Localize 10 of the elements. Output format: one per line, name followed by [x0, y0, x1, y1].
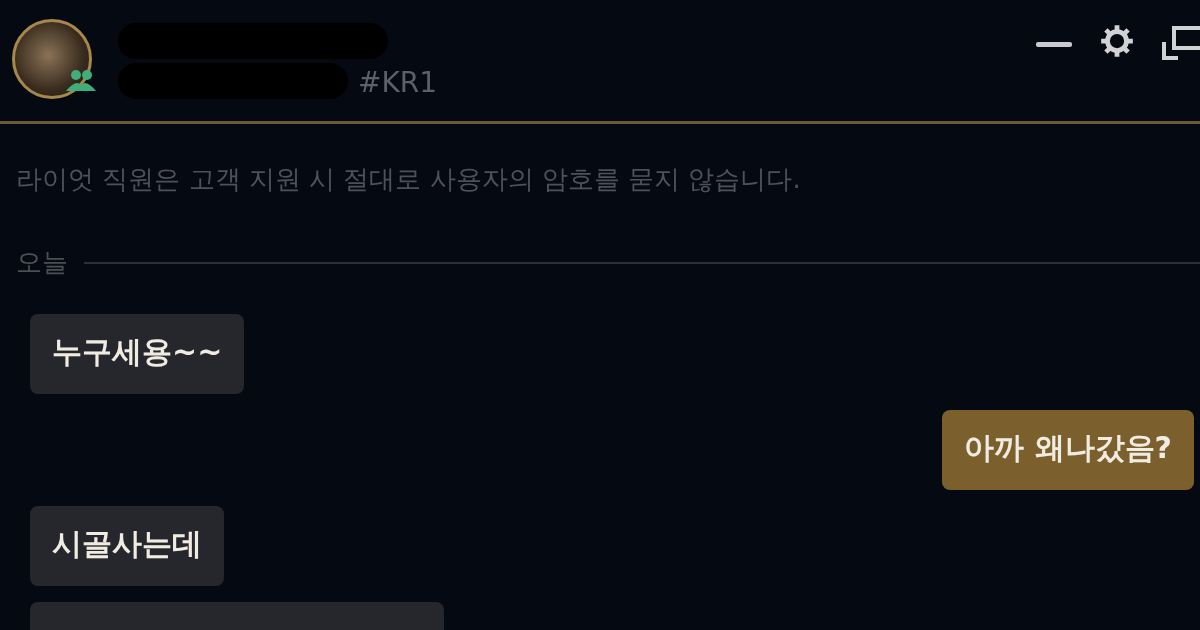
settings-icon — [1098, 22, 1136, 60]
settings-button[interactable] — [1098, 22, 1136, 60]
player-tag: #KR1 — [358, 65, 438, 99]
minimize-icon — [1036, 42, 1072, 47]
friends-icon — [66, 68, 96, 93]
message-bubble: 아까 왜나갔음? — [942, 410, 1194, 490]
message-bubble: 누구세용~~ — [30, 314, 245, 394]
date-label: 오늘 — [16, 246, 68, 279]
notice-text: 라이엇 직원은 고객 지원 시 절대로 사용자의 암호를 묻지 않습니다. — [16, 163, 802, 196]
message-bubble: 시골사는데 — [30, 506, 224, 586]
